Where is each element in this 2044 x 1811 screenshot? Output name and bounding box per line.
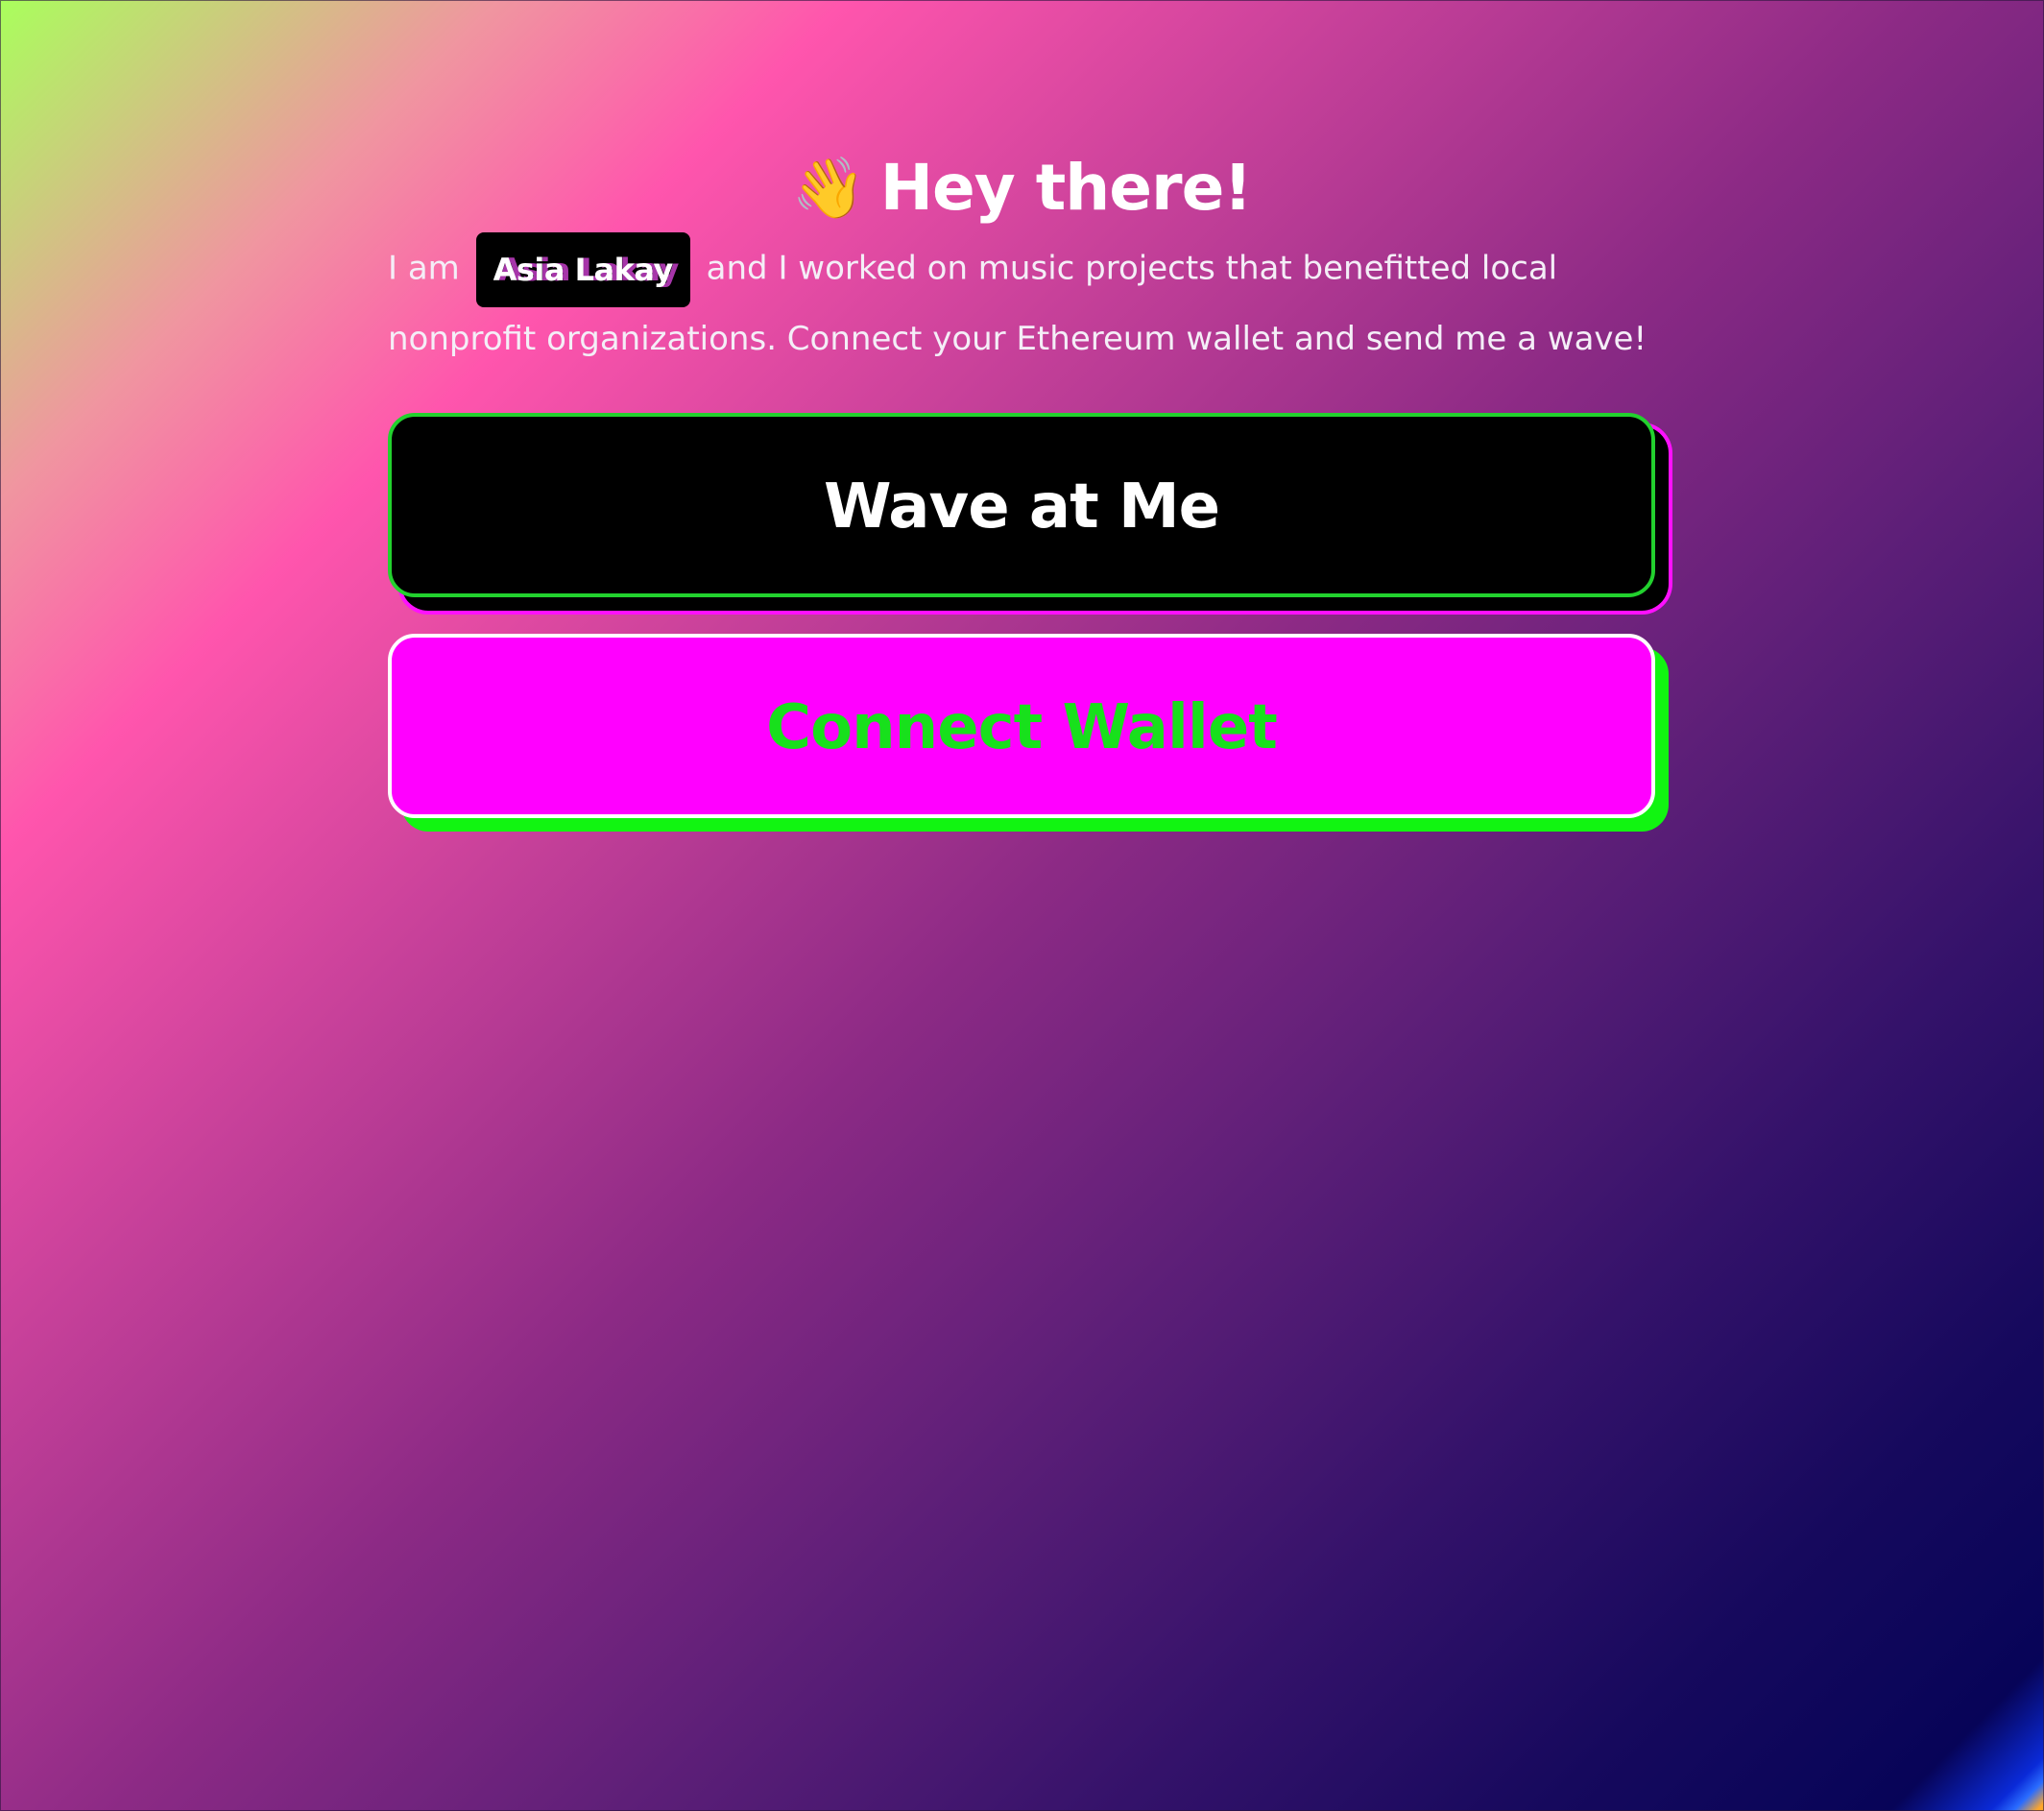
waving-hand-icon: 👋 bbox=[791, 153, 866, 223]
name-badge: Asia Lakay Asia Lakay bbox=[475, 232, 690, 307]
main-container: 👋 Hey there! I am Asia Lakay Asia Lakay an… bbox=[388, 144, 1655, 818]
name-badge-text: Asia Lakay bbox=[493, 252, 674, 288]
bio-text: I am Asia Lakay Asia Lakay and I worked o… bbox=[388, 232, 1655, 371]
wave-at-me-button[interactable]: Wave at Me bbox=[388, 413, 1655, 597]
bio-prefix: I am bbox=[388, 249, 460, 288]
page-background: 👋 Hey there! I am Asia Lakay Asia Lakay an… bbox=[0, 0, 2044, 1811]
page-title: 👋 Hey there! bbox=[388, 144, 1655, 232]
page-title-text: Hey there! bbox=[879, 151, 1253, 225]
connect-wallet-button[interactable]: Connect Wallet bbox=[388, 634, 1655, 818]
